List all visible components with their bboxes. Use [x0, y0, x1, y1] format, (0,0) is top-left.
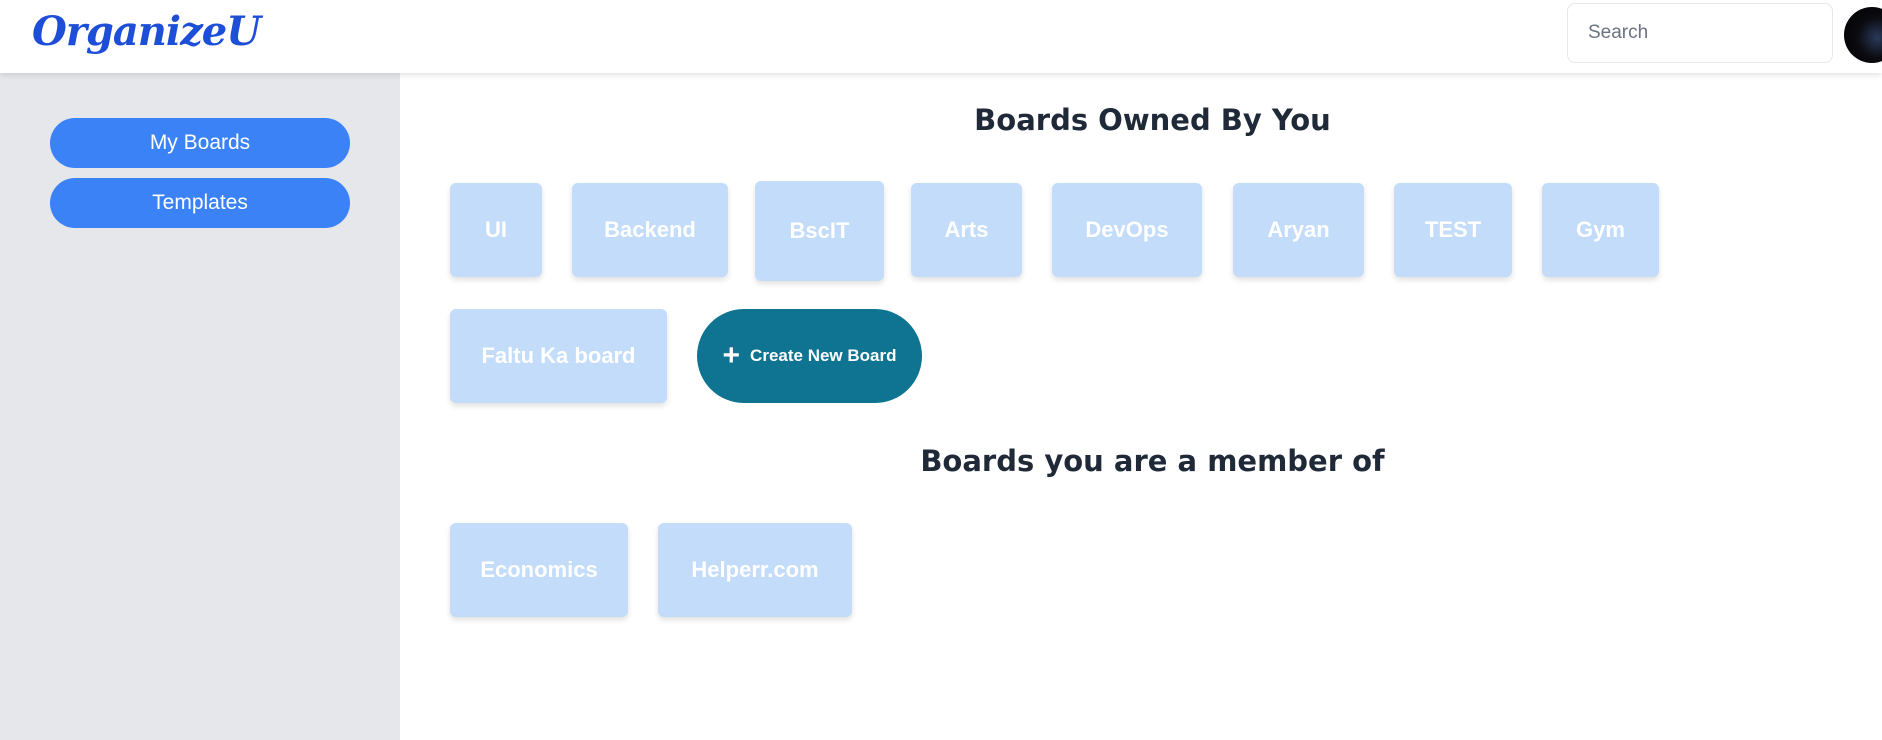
search-input[interactable] [1567, 3, 1833, 63]
sidebar-item-my-boards[interactable]: My Boards [50, 118, 350, 168]
board-tile[interactable]: Faltu Ka board [450, 309, 667, 403]
plus-icon: + [722, 339, 741, 372]
main-content: Boards Owned By You UI Backend BscIT Art… [400, 73, 1882, 740]
top-navbar: OrganizeU [0, 0, 1882, 73]
board-tile[interactable]: UI [450, 183, 542, 277]
board-tile[interactable]: Arts [911, 183, 1022, 277]
avatar[interactable] [1844, 7, 1882, 63]
board-tile[interactable]: Economics [450, 523, 628, 617]
board-tile[interactable]: Helperr.com [658, 523, 852, 617]
sidebar: My Boards Templates [0, 73, 400, 740]
member-boards-title: Boards you are a member of [920, 444, 1385, 478]
create-new-board-button[interactable]: + Create New Board [697, 309, 922, 403]
board-tile[interactable]: Backend [572, 183, 728, 277]
app-logo[interactable]: OrganizeU [32, 8, 261, 55]
board-tile[interactable]: Gym [1542, 183, 1659, 277]
board-tile[interactable]: BscIT [755, 181, 884, 281]
owned-boards-title: Boards Owned By You [974, 103, 1331, 137]
board-tile[interactable]: DevOps [1052, 183, 1202, 277]
board-tile[interactable]: TEST [1394, 183, 1512, 277]
board-tile[interactable]: Aryan [1233, 183, 1364, 277]
sidebar-item-templates[interactable]: Templates [50, 178, 350, 228]
create-new-board-label: Create New Board [750, 346, 897, 365]
